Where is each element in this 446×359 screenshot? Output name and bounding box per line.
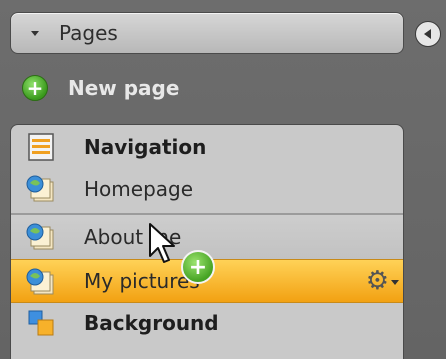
chevron-down-icon[interactable] [391, 280, 399, 285]
page-icon [26, 268, 54, 295]
new-page-button[interactable]: + New page [22, 72, 179, 104]
page-item-homepage[interactable]: Homepage [11, 167, 403, 211]
background-icon [28, 310, 54, 336]
chevron-down-icon [31, 30, 39, 36]
add-icon: + [22, 75, 48, 101]
page-item-background[interactable]: Background [11, 301, 403, 345]
pages-section-header[interactable]: Pages [10, 12, 404, 54]
pages-panel-root: Pages + New page Navigation Homepage Abo… [0, 0, 446, 359]
page-item-label: Homepage [84, 177, 194, 201]
page-item-label: Navigation [84, 135, 207, 159]
page-item-label: Background [84, 311, 219, 335]
page-icon [26, 223, 54, 250]
navigation-icon [28, 133, 54, 161]
page-item-navigation[interactable]: Navigation [11, 125, 403, 169]
pages-section-title: Pages [59, 21, 118, 45]
drag-add-icon: + [181, 250, 215, 284]
collapse-panel-button[interactable] [415, 21, 441, 47]
chevron-left-icon [423, 29, 431, 39]
page-icon [26, 175, 54, 202]
mouse-cursor-icon [149, 223, 175, 263]
page-list: Navigation Homepage About me My pictures… [10, 124, 404, 359]
gear-icon[interactable]: ⚙ [366, 268, 389, 294]
new-page-label: New page [68, 76, 180, 100]
